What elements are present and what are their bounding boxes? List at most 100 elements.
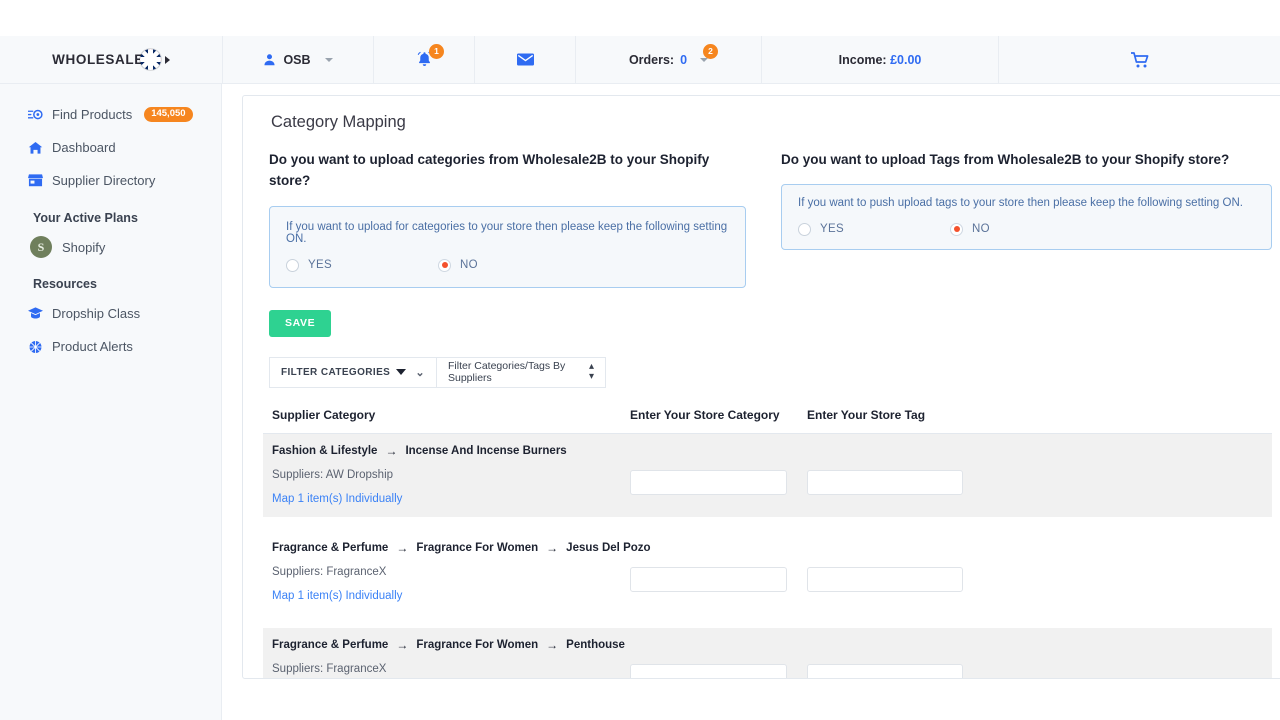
arrow-right-icon: → [385, 443, 398, 458]
store-tag-input[interactable] [807, 469, 963, 495]
row-info-cell: Fragrance & Perfume → Fragrance For Wome… [272, 639, 630, 678]
brand-logo-text: WHOLESALE [52, 52, 144, 67]
sort-updown-icon: ▴ ▾ [588, 361, 594, 383]
category-radio-no-label: NO [460, 259, 478, 272]
orders-value: 0 [680, 52, 688, 67]
row-info-cell: Fashion & Lifestyle → Incense And Incens… [272, 445, 630, 505]
sidebar-plan-label: Shopify [62, 239, 106, 255]
chevron-down-icon: ⌄ [415, 366, 425, 379]
arrow-right-icon: → [546, 637, 559, 652]
radio-unchecked-icon [286, 258, 299, 272]
breadcrumb-segment: Fragrance For Women [416, 638, 539, 651]
store-category-input[interactable] [630, 566, 787, 592]
user-menu[interactable]: OSB [222, 36, 373, 83]
filter-suppliers-select[interactable]: Filter Categories/Tags By Suppliers ▴ ▾ [437, 356, 606, 388]
breadcrumb-segment: Fragrance For Women [416, 541, 539, 554]
breadcrumb-segment: Incense And Incense Burners [405, 444, 567, 457]
column-header-store-tag: Enter Your Store Tag [807, 407, 926, 422]
map-items-individually-link[interactable]: Map 1 item(s) Individually [272, 590, 630, 602]
category-radio-yes[interactable]: YES [286, 258, 438, 272]
filter-icon [396, 369, 407, 376]
store-category-cell [630, 542, 807, 602]
arrow-right-icon: → [546, 540, 559, 555]
filter-categories-dropdown[interactable]: FILTER CATEGORIES ⌄ [269, 356, 437, 388]
sidebar-item-supplier-directory[interactable]: Supplier Directory [0, 164, 221, 197]
home-icon [28, 141, 43, 155]
supplier-category-breadcrumb: Fashion & Lifestyle → Incense And Incens… [272, 445, 630, 457]
arrow-right-icon: → [396, 637, 409, 652]
filter-categories-label: FILTER CATEGORIES [281, 366, 391, 378]
category-radio-no[interactable]: NO [438, 258, 478, 272]
user-icon [263, 53, 276, 66]
sidebar-item-dashboard[interactable]: Dashboard [0, 131, 221, 164]
orders-badge: 2 [703, 44, 718, 59]
table-row: Fashion & Lifestyle → Incense And Incens… [263, 433, 1272, 517]
tags-upload-section: Do you want to upload Tags from Wholesal… [776, 150, 1272, 288]
store-tag-cell [807, 639, 1272, 678]
caret-right-icon [164, 55, 170, 64]
row-divider [263, 516, 1272, 531]
tags-radio-no-label: NO [972, 223, 990, 236]
store-tag-input[interactable] [807, 663, 963, 678]
store-tag-input[interactable] [807, 566, 963, 592]
filter-toolbar: FILTER CATEGORIES ⌄ Filter Categories/Ta… [269, 356, 1272, 388]
shopping-cart-icon [1129, 51, 1149, 68]
breadcrumb-segment: Penthouse [566, 638, 625, 651]
sidebar-heading-resources: Resources [33, 277, 97, 291]
column-header-supplier-category: Supplier Category [272, 407, 376, 422]
store-category-input[interactable] [630, 663, 787, 678]
sidebar-item-product-alerts[interactable]: Product Alerts [0, 330, 221, 363]
notifications-button[interactable]: 1 [373, 36, 474, 83]
find-products-count-badge: 145,050 [144, 107, 193, 122]
sidebar: Find Products 145,050 Dashboard Supplier… [0, 84, 222, 720]
main-content: Category Mapping Do you want to upload c… [222, 84, 1280, 720]
store-category-input[interactable] [630, 469, 787, 495]
tags-radio-yes[interactable]: YES [798, 222, 950, 236]
tags-question: Do you want to upload Tags from Wholesal… [781, 152, 1230, 167]
radio-checked-icon [950, 222, 963, 236]
map-items-individually-link[interactable]: Map 1 item(s) Individually [272, 493, 630, 505]
sidebar-item-find-products[interactable]: Find Products 145,050 [0, 98, 221, 131]
tags-radio-yes-label: YES [820, 223, 844, 236]
cart-button[interactable] [998, 36, 1280, 83]
bell-badge: 1 [429, 44, 444, 59]
sidebar-item-label: Dropship Class [52, 306, 141, 321]
category-mapping-table: Supplier Category Enter Your Store Categ… [263, 408, 1272, 678]
envelope-icon [516, 53, 534, 66]
table-header-row: Supplier Category Enter Your Store Categ… [263, 408, 1272, 434]
sidebar-item-dropship-class[interactable]: Dropship Class [0, 297, 221, 330]
orders-label: Orders: [628, 52, 675, 67]
radio-unchecked-icon [798, 222, 811, 236]
category-question: Do you want to upload categories from Wh… [269, 152, 710, 188]
row-suppliers-label: Suppliers: FragranceX [272, 662, 387, 675]
income-label: Income: [838, 52, 887, 67]
row-suppliers-label: Suppliers: FragranceX [272, 565, 387, 578]
breadcrumb-segment: Fragrance & Perfume [272, 638, 389, 651]
supplier-category-breadcrumb: Fragrance & Perfume → Fragrance For Wome… [272, 639, 630, 651]
brand-logo[interactable]: WHOLESALE [0, 36, 222, 83]
arrow-right-icon: → [396, 540, 409, 555]
sidebar-item-label: Supplier Directory [52, 173, 156, 188]
save-button[interactable]: SAVE [269, 309, 332, 337]
sidebar-item-label: Dashboard [52, 140, 116, 155]
category-upload-section: Do you want to upload categories from Wh… [260, 150, 746, 288]
category-note: If you want to upload for categories to … [286, 220, 728, 245]
sidebar-heading-active-plans: Your Active Plans [33, 211, 138, 225]
orders-menu[interactable]: Orders: 0 2 [575, 36, 761, 83]
store-category-cell [630, 639, 807, 678]
table-row: Fragrance & Perfume → Fragrance For Wome… [263, 530, 1272, 614]
sidebar-item-shopify-plan[interactable]: S Shopify [0, 231, 221, 263]
row-info-cell: Fragrance & Perfume → Fragrance For Wome… [272, 540, 651, 602]
tags-note: If you want to push upload tags to your … [798, 196, 1243, 209]
graduation-icon [28, 307, 43, 320]
tags-radio-no[interactable]: NO [950, 222, 990, 236]
messages-button[interactable] [474, 36, 575, 83]
shopify-glyph: S [37, 239, 45, 254]
filter-suppliers-label: Filter Categories/Tags By Suppliers [448, 360, 566, 385]
tags-setting-pane: If you want to push upload tags to your … [781, 183, 1272, 250]
user-name-label: OSB [283, 52, 311, 67]
store-icon [28, 174, 43, 187]
income-display: Income: £0.00 [761, 36, 998, 83]
chevron-down-icon [324, 57, 333, 62]
supplier-category-breadcrumb: Fragrance & Perfume → Fragrance For Wome… [272, 540, 651, 555]
